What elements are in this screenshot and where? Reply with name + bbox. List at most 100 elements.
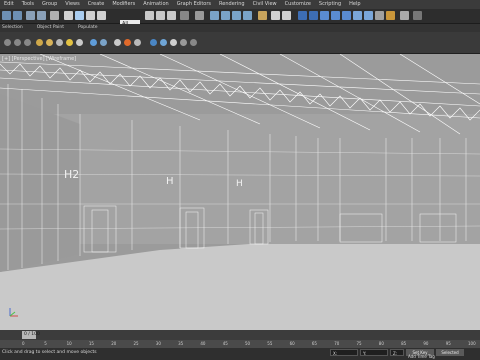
selected-dropdown[interactable]: Selected xyxy=(436,349,464,356)
curve-editor-icon[interactable] xyxy=(331,11,340,20)
camera-icon[interactable] xyxy=(100,39,107,46)
menu-modifiers[interactable]: Modifiers xyxy=(108,0,139,9)
track-tick-label: 90 xyxy=(423,341,429,346)
render-icon[interactable] xyxy=(386,11,395,20)
mirror-icon[interactable] xyxy=(271,11,280,20)
frame-counter: 0 / 100 xyxy=(24,332,40,337)
sun-icon[interactable] xyxy=(66,39,73,46)
help-icon[interactable] xyxy=(413,11,422,20)
scene-explorer-icon[interactable] xyxy=(298,11,307,20)
viewport-label[interactable]: [+] [Perspective] [Wireframe] xyxy=(2,56,76,62)
z-coordinate-field[interactable]: Z: xyxy=(390,349,404,356)
layer-explorer-icon[interactable] xyxy=(309,11,318,20)
angle-snap-icon[interactable] xyxy=(221,11,230,20)
track-tick-label: 45 xyxy=(222,341,228,346)
globe-icon[interactable] xyxy=(150,39,157,46)
select-object-icon[interactable] xyxy=(64,11,73,20)
selection-tools-icon[interactable] xyxy=(24,39,31,46)
shape-icon[interactable] xyxy=(134,39,141,46)
time-slider-track[interactable] xyxy=(0,330,480,340)
tab-populate[interactable]: Populate xyxy=(78,24,98,32)
light-icon[interactable] xyxy=(76,39,83,46)
track-tick-label: 80 xyxy=(378,341,384,346)
align-icon[interactable] xyxy=(282,11,291,20)
bind-space-warp-icon[interactable] xyxy=(50,11,59,20)
track-tick-label: 50 xyxy=(245,341,251,346)
main-toolbar: All xyxy=(0,9,480,28)
extra-icon[interactable] xyxy=(190,39,197,46)
track-tick-label: 35 xyxy=(178,341,184,346)
populate-icon[interactable] xyxy=(46,39,53,46)
secondary-toolbar xyxy=(0,32,480,54)
select-move-icon[interactable] xyxy=(145,11,154,20)
menu-customize[interactable]: Customize xyxy=(281,0,315,9)
bay-label-1: H2 xyxy=(64,168,79,181)
track-tick-label: 75 xyxy=(356,341,362,346)
render-setup-icon[interactable] xyxy=(364,11,373,20)
y-coordinate-field[interactable]: Y: xyxy=(360,349,388,356)
freeform-icon[interactable] xyxy=(14,39,21,46)
reference-coordinate-icon[interactable] xyxy=(180,11,189,20)
track-tick-label: 0 xyxy=(22,341,25,346)
spinner-snap-icon[interactable] xyxy=(243,11,252,20)
tab-object-paint[interactable]: Object Paint xyxy=(37,24,64,32)
paint-icon[interactable] xyxy=(36,39,43,46)
track-tick-label: 25 xyxy=(133,341,139,346)
region-select-icon[interactable] xyxy=(86,11,95,20)
snap-toggle-icon[interactable] xyxy=(210,11,219,20)
menu-help[interactable]: Help xyxy=(345,0,364,9)
track-tick-label: 65 xyxy=(311,341,317,346)
bay-label-3: H xyxy=(236,179,243,189)
track-tick-label: 100 xyxy=(468,341,476,346)
undo-icon[interactable] xyxy=(2,11,11,20)
named-selection-icon[interactable] xyxy=(258,11,267,20)
teapot-icon[interactable] xyxy=(90,39,97,46)
particle-icon[interactable] xyxy=(124,39,131,46)
modeling-icon[interactable] xyxy=(4,39,11,46)
status-prompt: Click and drag to select and move object… xyxy=(2,350,97,355)
redo-icon[interactable] xyxy=(13,11,22,20)
options-icon[interactable] xyxy=(170,39,177,46)
track-bar[interactable] xyxy=(0,340,480,348)
menu-scripting[interactable]: Scripting xyxy=(315,0,345,9)
menu-civil-view[interactable]: Civil View xyxy=(249,0,281,9)
add-time-tag[interactable]: Add Time Tag xyxy=(408,354,435,359)
tab-selection[interactable]: Selection xyxy=(2,24,23,32)
menu-views[interactable]: Views xyxy=(61,0,83,9)
world-icon[interactable] xyxy=(160,39,167,46)
menu-group[interactable]: Group xyxy=(38,0,61,9)
material-editor-icon[interactable] xyxy=(353,11,362,20)
select-rotate-icon[interactable] xyxy=(156,11,165,20)
track-tick-label: 20 xyxy=(111,341,117,346)
unlink-icon[interactable] xyxy=(37,11,46,20)
select-by-name-icon[interactable] xyxy=(75,11,84,20)
window-crossing-icon[interactable] xyxy=(97,11,106,20)
bay-label-2: H xyxy=(166,176,174,187)
menu-graph-editors[interactable]: Graph Editors xyxy=(173,0,215,9)
helper-icon[interactable] xyxy=(114,39,121,46)
wireframe-scene: H2 H H xyxy=(0,54,480,330)
percent-snap-icon[interactable] xyxy=(232,11,241,20)
menu-animation[interactable]: Animation xyxy=(139,0,173,9)
sphere-icon[interactable] xyxy=(56,39,63,46)
left-wall xyxy=(0,94,80,272)
pivot-center-icon[interactable] xyxy=(195,11,204,20)
x-coordinate-field[interactable]: X: xyxy=(330,349,358,356)
perspective-viewport[interactable]: H2 H H [+] [Perspective] [Wireframe] xyxy=(0,54,480,330)
select-scale-icon[interactable] xyxy=(167,11,176,20)
menu-tools[interactable]: Tools xyxy=(18,0,38,9)
menu-rendering[interactable]: Rendering xyxy=(215,0,249,9)
track-tick-label: 10 xyxy=(66,341,72,346)
render-frame-icon[interactable] xyxy=(375,11,384,20)
settings-icon[interactable] xyxy=(180,39,187,46)
menu-create[interactable]: Create xyxy=(84,0,109,9)
link-icon[interactable] xyxy=(26,11,35,20)
track-tick-label: 40 xyxy=(200,341,206,346)
track-tick-label: 85 xyxy=(401,341,407,346)
track-tick-label: 15 xyxy=(88,341,94,346)
teapot-render-icon[interactable] xyxy=(400,11,409,20)
menu-edit[interactable]: Edit xyxy=(0,0,18,9)
track-tick-label: 55 xyxy=(267,341,273,346)
schematic-view-icon[interactable] xyxy=(342,11,351,20)
graphite-toggle-icon[interactable] xyxy=(320,11,329,20)
